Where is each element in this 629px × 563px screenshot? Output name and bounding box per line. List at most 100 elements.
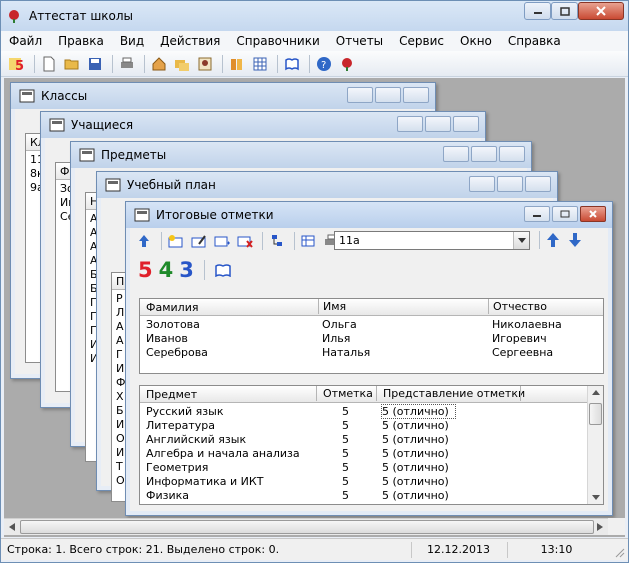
edit-row-button[interactable] <box>189 231 209 251</box>
scroll-left-icon[interactable] <box>9 523 15 531</box>
mark-row[interactable]: Английский язык 5 5 (отлично) <box>140 433 587 447</box>
add-grid-button[interactable] <box>299 231 319 251</box>
menu-service[interactable]: Сервис <box>391 34 452 48</box>
about-button[interactable] <box>337 54 357 74</box>
plan-cell[interactable]: И <box>116 446 124 459</box>
add-row-button[interactable] <box>166 231 186 251</box>
menu-file[interactable]: Файл <box>1 34 50 48</box>
mark-repr-cell[interactable]: 5 (отлично) <box>382 447 449 460</box>
student-row[interactable]: Золотова Ольга Николаевна <box>140 318 603 332</box>
plan-cell[interactable]: Л <box>116 306 124 319</box>
mark-repr-cell[interactable]: 5 (отлично) <box>381 404 456 419</box>
minimize-button[interactable] <box>443 146 469 162</box>
close-button[interactable] <box>499 146 525 162</box>
plan-cell[interactable]: Т <box>116 460 123 473</box>
column-header[interactable]: Ф <box>60 165 69 178</box>
column-header-mark-repr[interactable]: Представление отметки <box>376 386 525 401</box>
mark-cell[interactable]: 5 <box>342 447 349 460</box>
plan-cell[interactable]: О <box>116 474 125 487</box>
help-button[interactable]: ? <box>314 54 334 74</box>
mark-cell[interactable]: 5 <box>342 489 349 502</box>
maximize-button[interactable] <box>375 87 401 103</box>
mark-row[interactable]: Литература 5 5 (отлично) <box>140 419 587 433</box>
first-name-cell[interactable]: Наталья <box>322 346 370 359</box>
scroll-up-icon[interactable] <box>592 390 600 395</box>
school-button[interactable] <box>149 54 169 74</box>
scrollbar-thumb[interactable] <box>20 520 594 534</box>
subject-cell[interactable]: Информатика и ИКТ <box>146 475 263 488</box>
maximize-button[interactable] <box>552 206 578 222</box>
mdi-horizontal-scrollbar[interactable] <box>4 518 608 535</box>
scroll-right-icon[interactable] <box>597 523 603 531</box>
class-select-toggle[interactable] <box>513 232 529 249</box>
grade-five-button[interactable]: 5 <box>7 54 27 74</box>
mark-row[interactable]: Алгебра и начала анализа 5 5 (отлично) <box>140 447 587 461</box>
plan-cell[interactable]: Г <box>116 348 123 361</box>
next-down-button[interactable] <box>568 232 582 251</box>
subject-cell[interactable]: Русский язык <box>146 405 223 418</box>
maximize-button[interactable] <box>425 116 451 132</box>
first-name-cell[interactable]: Илья <box>322 332 350 345</box>
students-grid[interactable]: Фамилия Имя Отчество Золотова Ольга Нико… <box>139 298 604 374</box>
open-book-icon[interactable] <box>215 263 231 277</box>
close-button[interactable] <box>453 116 479 132</box>
mark-row[interactable]: Геометрия 5 5 (отлично) <box>140 461 587 475</box>
maximize-button[interactable] <box>497 176 523 192</box>
save-button[interactable] <box>85 54 105 74</box>
grade-four-button[interactable]: 4 <box>159 258 174 282</box>
plan-cell[interactable]: И <box>116 362 124 375</box>
mark-cell[interactable]: 5 <box>342 419 349 432</box>
maximize-button[interactable] <box>551 2 578 20</box>
close-button[interactable] <box>578 2 624 20</box>
tree-button[interactable] <box>267 231 287 251</box>
table-button[interactable] <box>250 54 270 74</box>
student-row[interactable]: Иванов Илья Игоревич <box>140 332 603 346</box>
menu-edit[interactable]: Правка <box>50 34 112 48</box>
mark-row[interactable]: Информатика и ИКТ 5 5 (отлично) <box>140 475 587 489</box>
classes-button[interactable] <box>172 54 192 74</box>
subject-cell[interactable]: Английский язык <box>146 433 246 446</box>
move-up-button[interactable] <box>134 231 154 251</box>
menu-actions[interactable]: Действия <box>152 34 228 48</box>
student-button[interactable] <box>195 54 215 74</box>
menu-window[interactable]: Окно <box>452 34 500 48</box>
maximize-button[interactable] <box>471 146 497 162</box>
final-grades-window[interactable]: Итоговые отметки 11а 5 4 3 Фамилия Имя О… <box>125 201 613 516</box>
close-button[interactable] <box>580 206 606 222</box>
mark-cell[interactable]: 5 <box>342 461 349 474</box>
plan-cell[interactable]: О <box>116 432 125 445</box>
scroll-down-icon[interactable] <box>592 495 600 500</box>
close-button[interactable] <box>525 176 551 192</box>
mark-repr-cell[interactable]: 5 (отлично) <box>382 433 449 446</box>
marks-vertical-scrollbar[interactable] <box>587 386 603 504</box>
patronymic-cell[interactable]: Игоревич <box>492 332 547 345</box>
new-button[interactable] <box>39 54 59 74</box>
marks-grid[interactable]: Предмет Отметка Представление отметки Ру… <box>139 385 604 505</box>
column-header-subject[interactable]: Предмет <box>146 388 197 401</box>
minimize-button[interactable] <box>347 87 373 103</box>
next-up-button[interactable] <box>546 232 560 251</box>
subject-cell[interactable]: Алгебра и начала анализа <box>146 447 300 460</box>
plan-cell[interactable]: Р <box>116 292 123 305</box>
subject-cell[interactable]: Геометрия <box>146 461 208 474</box>
plan-cell[interactable]: И <box>116 418 124 431</box>
plan-cell[interactable]: Х <box>116 390 124 403</box>
close-button[interactable] <box>403 87 429 103</box>
subject-cell[interactable]: Физика <box>146 489 189 502</box>
class-select[interactable]: 11а <box>334 231 530 250</box>
books-button[interactable] <box>227 54 247 74</box>
plan-cell[interactable]: Б <box>116 404 124 417</box>
mark-repr-cell[interactable]: 5 (отлично) <box>382 489 449 502</box>
grades-book-button[interactable] <box>282 54 302 74</box>
column-header[interactable]: П <box>116 275 124 288</box>
mark-repr-cell[interactable]: 5 (отлично) <box>382 419 449 432</box>
student-row[interactable]: Сереброва Наталья Сергеевна <box>140 346 603 360</box>
last-name-cell[interactable]: Золотова <box>146 318 200 331</box>
grade-three-button[interactable]: 3 <box>179 258 194 282</box>
minimize-button[interactable] <box>397 116 423 132</box>
scrollbar-thumb[interactable] <box>589 403 602 425</box>
open-button[interactable] <box>62 54 82 74</box>
mark-cell[interactable]: 5 <box>342 433 349 446</box>
grade-five-button[interactable]: 5 <box>138 258 153 282</box>
plan-cell[interactable]: А <box>116 334 124 347</box>
